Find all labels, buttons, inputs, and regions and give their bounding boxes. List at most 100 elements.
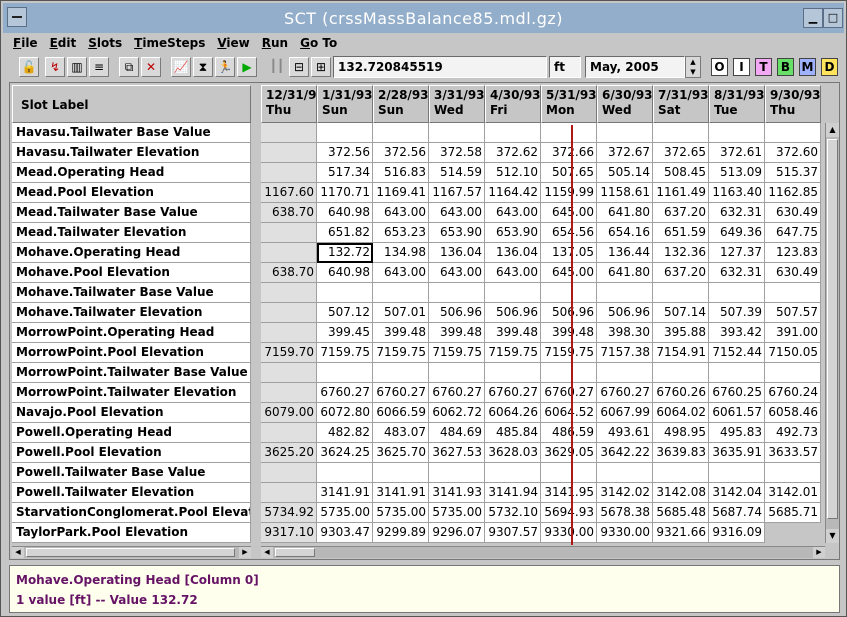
table-cell[interactable] (261, 363, 317, 383)
table-cell[interactable] (709, 283, 765, 303)
menu-view[interactable]: View (211, 36, 255, 50)
menu-edit[interactable]: Edit (44, 36, 83, 50)
table-cell[interactable]: 9317.10 (261, 523, 317, 543)
slot-label[interactable]: Powell.Pool Elevation (12, 443, 251, 463)
table-cell[interactable]: 6760.26 (653, 383, 709, 403)
table-cell[interactable]: 6072.80 (317, 403, 373, 423)
table-cell[interactable]: 6760.27 (541, 383, 597, 403)
table-cell[interactable]: 3141.94 (485, 483, 541, 503)
table-cell[interactable]: 1170.71 (317, 183, 373, 203)
table-cell[interactable] (541, 283, 597, 303)
table-cell[interactable] (485, 363, 541, 383)
table-cell[interactable]: 372.66 (541, 143, 597, 163)
date-column-header[interactable]: 2/28/93 Sun (373, 85, 429, 123)
table-cell[interactable]: 507.01 (373, 303, 429, 323)
table-cell[interactable]: 6079.00 (261, 403, 317, 423)
table-cell[interactable]: 640.98 (317, 203, 373, 223)
table-cell[interactable] (765, 363, 821, 383)
table-cell[interactable]: 134.98 (373, 243, 429, 263)
table-cell[interactable]: 507.39 (709, 303, 765, 323)
date-column-header[interactable]: 12/31/92Thu (261, 85, 317, 123)
table-cell[interactable] (653, 123, 709, 143)
table-cell[interactable]: 372.61 (709, 143, 765, 163)
date-column-header[interactable]: 4/30/93 Fri (485, 85, 541, 123)
table-cell[interactable]: 653.90 (429, 223, 485, 243)
table-cell[interactable]: 506.96 (597, 303, 653, 323)
vertical-scrollbar[interactable]: ▲ ▼ (825, 123, 839, 543)
table-cell[interactable]: 7159.75 (373, 343, 429, 363)
table-cell[interactable]: 9330.00 (597, 523, 653, 543)
table-cell[interactable] (261, 243, 317, 263)
table-cell[interactable]: 641.80 (597, 263, 653, 283)
table-cell[interactable]: 630.49 (765, 203, 821, 223)
table-cell[interactable] (541, 123, 597, 143)
table-cell[interactable] (317, 463, 373, 483)
table-cell[interactable]: 7152.44 (709, 343, 765, 363)
slot-label[interactable]: MorrowPoint.Operating Head (12, 323, 251, 343)
table-cell[interactable]: 643.00 (429, 263, 485, 283)
table-cell[interactable]: 506.96 (541, 303, 597, 323)
table-cell[interactable] (317, 283, 373, 303)
slot-label[interactable]: Mead.Tailwater Elevation (12, 223, 251, 243)
flag-m-button[interactable]: M (799, 58, 816, 76)
table-cell[interactable] (429, 363, 485, 383)
table-cell[interactable]: 638.70 (261, 203, 317, 223)
table-cell[interactable]: 506.96 (429, 303, 485, 323)
table-cell[interactable]: 3628.03 (485, 443, 541, 463)
table-cell[interactable]: 507.12 (317, 303, 373, 323)
date-column-header[interactable]: 6/30/93 Wed (597, 85, 653, 123)
table-cell[interactable]: 654.16 (597, 223, 653, 243)
date-column-header[interactable]: 7/31/93 Sat (653, 85, 709, 123)
table-cell[interactable]: 651.82 (317, 223, 373, 243)
rows-icon[interactable]: ≡ (89, 57, 109, 77)
table-cell[interactable]: 3627.53 (429, 443, 485, 463)
table-cell[interactable]: 372.67 (597, 143, 653, 163)
fit-width-icon[interactable]: ⊟ (289, 57, 309, 77)
title-bar[interactable]: SCT (crssMassBalance85.mdl.gz) ▁ □ (3, 3, 844, 33)
table-cell[interactable]: 654.56 (541, 223, 597, 243)
table-cell[interactable]: 6760.27 (597, 383, 653, 403)
date-field[interactable]: May, 2005 (585, 56, 685, 78)
table-cell[interactable]: 3625.20 (261, 443, 317, 463)
table-cell[interactable]: 507.14 (653, 303, 709, 323)
table-cell[interactable] (765, 463, 821, 483)
table-cell[interactable]: 3142.08 (653, 483, 709, 503)
stepper-icon[interactable]: ⧗ (193, 57, 213, 77)
open-slot-icon[interactable]: ⧉ (119, 57, 139, 77)
table-cell[interactable]: 7159.75 (429, 343, 485, 363)
table-cell[interactable]: 3633.57 (765, 443, 821, 463)
table-cell[interactable]: 643.00 (373, 263, 429, 283)
table-cell[interactable]: 127.37 (709, 243, 765, 263)
table-cell[interactable] (597, 463, 653, 483)
table-cell[interactable]: 9307.57 (485, 523, 541, 543)
table-cell[interactable]: 6058.46 (765, 403, 821, 423)
menu-file[interactable]: File (7, 36, 44, 50)
table-cell[interactable]: 399.48 (541, 323, 597, 343)
table-cell[interactable]: 5735.00 (317, 503, 373, 523)
table-cell[interactable] (709, 123, 765, 143)
table-cell[interactable]: 3625.70 (373, 443, 429, 463)
menu-run[interactable]: Run (256, 36, 294, 50)
table-cell[interactable] (429, 283, 485, 303)
slot-label[interactable]: Havasu.Tailwater Elevation (12, 143, 251, 163)
table-cell[interactable]: 493.61 (597, 423, 653, 443)
table-cell[interactable]: 391.00 (765, 323, 821, 343)
table-cell[interactable]: 645.00 (541, 203, 597, 223)
label-horizontal-scrollbar[interactable]: ◀ ▶ (12, 546, 251, 558)
table-cell[interactable]: 6062.72 (429, 403, 485, 423)
data-scroll-right-icon[interactable]: ▶ (813, 547, 825, 558)
table-cell[interactable]: 399.48 (429, 323, 485, 343)
table-cell[interactable]: 507.65 (541, 163, 597, 183)
table-cell[interactable]: 3639.83 (653, 443, 709, 463)
slot-label[interactable]: Powell.Operating Head (12, 423, 251, 443)
table-cell[interactable]: 643.00 (373, 203, 429, 223)
table-cell[interactable]: 5735.00 (373, 503, 429, 523)
slot-label[interactable]: Mead.Tailwater Base Value (12, 203, 251, 223)
table-cell[interactable]: 7159.75 (317, 343, 373, 363)
table-cell[interactable]: 637.20 (653, 203, 709, 223)
table-cell[interactable] (317, 363, 373, 383)
scroll-up-icon[interactable]: ▲ (826, 123, 839, 137)
table-cell[interactable]: 643.00 (485, 263, 541, 283)
table-cell[interactable]: 514.59 (429, 163, 485, 183)
chart-icon[interactable]: 📈 (171, 57, 191, 77)
